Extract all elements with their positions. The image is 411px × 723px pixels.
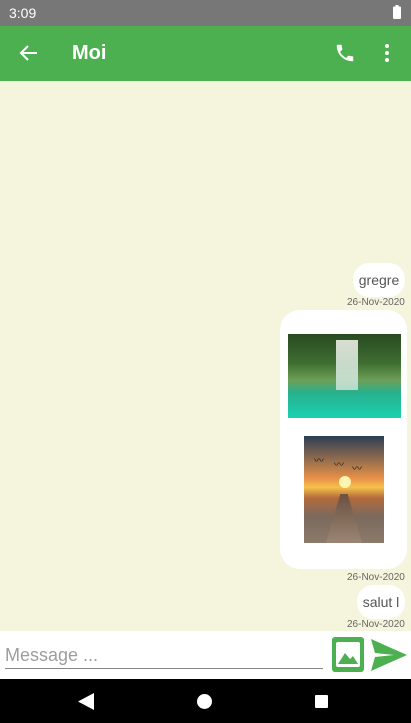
message-input[interactable]	[5, 642, 323, 669]
app-bar: Moi	[0, 26, 411, 81]
image-message-bubble[interactable]: 〰 〰 〰	[280, 310, 407, 569]
nav-recents-icon[interactable]	[315, 695, 328, 708]
sunset-pier-photo[interactable]: 〰 〰 〰	[304, 436, 384, 543]
status-bar: 3:09	[0, 0, 411, 26]
message-bubble[interactable]: gregre	[353, 263, 405, 297]
send-button[interactable]	[370, 637, 408, 673]
message-timestamp: 26-Nov-2020	[347, 297, 405, 308]
more-options-icon[interactable]	[377, 42, 397, 64]
navigation-bar	[0, 679, 411, 723]
attach-image-button[interactable]	[332, 637, 364, 672]
back-arrow-icon[interactable]	[19, 43, 39, 63]
message-timestamp: 26-Nov-2020	[347, 619, 405, 630]
message-bubble[interactable]: salut l	[357, 585, 405, 619]
chat-area[interactable]: gregre 26-Nov-2020 〰 〰 〰 26-Nov-2020 sal…	[0, 81, 411, 631]
status-time: 3:09	[9, 5, 37, 21]
battery-icon	[393, 5, 401, 19]
phone-icon[interactable]	[334, 42, 356, 64]
nav-home-icon[interactable]	[197, 694, 212, 709]
chat-title: Moi	[72, 42, 107, 64]
message-timestamp: 26-Nov-2020	[347, 572, 405, 583]
image-icon	[336, 642, 360, 667]
composer-bar	[0, 631, 411, 679]
waterfall-photo[interactable]	[288, 334, 401, 418]
nav-back-icon[interactable]	[78, 693, 94, 710]
